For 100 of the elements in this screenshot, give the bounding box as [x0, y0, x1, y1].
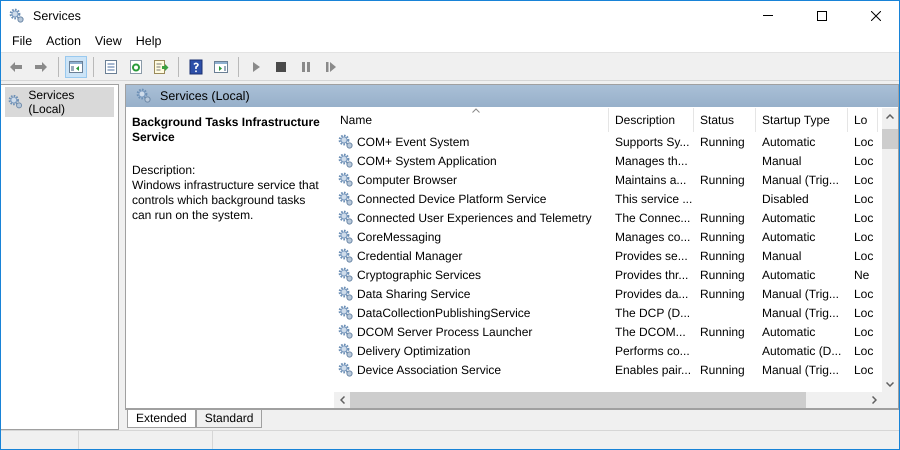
maximize-icon: [817, 10, 827, 20]
table-cell: Provides se...: [615, 248, 688, 262]
service-icon: [338, 152, 354, 168]
table-cell: Manual (Trig...: [762, 172, 839, 186]
table-cell: Running: [700, 268, 745, 282]
table-cell: Loc: [854, 154, 874, 168]
table-cell: Manages th...: [615, 154, 688, 168]
menu-item[interactable]: Action: [39, 32, 88, 50]
table-cell: Running: [700, 172, 745, 186]
service-icon: [338, 304, 354, 320]
table-cell: Loc: [854, 210, 874, 224]
table-cell: Manual: [762, 154, 802, 168]
table-cell: Connected User Experiences and Telemetry: [357, 210, 592, 224]
table-cell: Automatic: [762, 324, 816, 338]
gear-icon: [136, 88, 152, 104]
scroll-right-icon: [872, 396, 876, 404]
properties-icon: [103, 58, 119, 74]
menu-item[interactable]: View: [88, 32, 129, 50]
menu-item[interactable]: Help: [128, 32, 168, 50]
column-header[interactable]: Name: [334, 108, 609, 132]
table-cell: The DCOM...: [615, 324, 686, 338]
table-cell: Manual (Trig...: [762, 306, 839, 320]
table-cell: The Connec...: [615, 210, 690, 224]
table-cell: COM+ Event System: [357, 134, 470, 148]
table-cell: Loc: [854, 286, 874, 300]
table-cell: DCOM Server Process Launcher: [357, 324, 532, 338]
scroll-left-icon: [340, 396, 344, 404]
table-cell: Device Association Service: [357, 362, 502, 376]
refresh-icon: [128, 58, 144, 74]
tree-item[interactable]: Services (Local): [5, 87, 114, 117]
panel-title: Services (Local): [160, 89, 250, 103]
table-cell: DataCollectionPublishingService: [357, 306, 530, 320]
table-cell: Supports Sy...: [615, 134, 690, 148]
table-cell: Credential Manager: [357, 248, 462, 262]
table-cell: Maintains a...: [615, 172, 686, 186]
table-cell: Manages co...: [615, 230, 690, 244]
table-cell: Loc: [854, 230, 874, 244]
tree-icon: [68, 58, 84, 74]
service-icon: [338, 248, 354, 264]
table-cell: Ne: [854, 268, 870, 282]
help-icon: [188, 58, 204, 74]
horizontal-scrollbar[interactable]: [334, 392, 898, 408]
table-cell: Manual (Trig...: [762, 362, 839, 376]
service-icon: [338, 324, 354, 340]
view-tab[interactable]: Standard: [196, 410, 262, 428]
service-icon: [338, 342, 354, 358]
service-icon: [338, 134, 354, 150]
pane-icon: [213, 58, 229, 74]
scroll-down-icon: [886, 382, 894, 386]
table-cell: Running: [700, 324, 745, 338]
table-cell: Automatic: [762, 210, 816, 224]
description-label: Description:: [132, 163, 196, 178]
table-cell: Cryptographic Services: [357, 268, 482, 282]
window-title: Services: [33, 8, 82, 22]
table-cell: Loc: [854, 362, 874, 376]
service-icon: [338, 190, 354, 206]
scrollbar-thumb[interactable]: [350, 392, 806, 408]
table-cell: Automatic: [762, 230, 816, 244]
table-cell: Provides da...: [615, 286, 688, 300]
table-cell: Data Sharing Service: [357, 286, 470, 300]
table-cell: Loc: [854, 306, 874, 320]
table-cell: Computer Browser: [357, 172, 458, 186]
export-icon: [153, 58, 169, 74]
column-header[interactable]: Description: [609, 108, 694, 132]
table-cell: Enables pair...: [615, 362, 692, 376]
table-cell: Manual: [762, 248, 802, 262]
table-cell: CoreMessaging: [357, 230, 442, 244]
close-icon: [871, 10, 881, 20]
minimize-icon: [763, 15, 773, 16]
vertical-scrollbar[interactable]: [882, 108, 898, 392]
table-cell: Performs co...: [615, 344, 690, 358]
table-cell: Automatic: [762, 134, 816, 148]
table-cell: Running: [700, 210, 745, 224]
table-cell: The DCP (D...: [615, 306, 690, 320]
service-icon: [338, 362, 354, 378]
column-header[interactable]: Status: [694, 108, 756, 132]
menu-item[interactable]: File: [5, 32, 40, 50]
table-cell: Manual (Trig...: [762, 286, 839, 300]
table-cell: Running: [700, 286, 745, 300]
scroll-up-icon: [886, 114, 894, 118]
table-cell: Provides thr...: [615, 268, 688, 282]
table-cell: Loc: [854, 172, 874, 186]
table-cell: This service ...: [615, 192, 692, 206]
scrollbar-thumb[interactable]: [882, 129, 898, 149]
table-cell: Running: [700, 230, 745, 244]
gear-icon: [8, 94, 24, 110]
table-cell: Loc: [854, 192, 874, 206]
table-cell: Running: [700, 248, 745, 262]
sort-icon: [472, 108, 480, 113]
column-header[interactable]: Lo: [848, 108, 878, 132]
table-cell: Delivery Optimization: [357, 344, 470, 358]
table-cell: Connected Device Platform Service: [357, 192, 546, 206]
app-icon: [9, 8, 25, 24]
view-tab[interactable]: Extended: [127, 410, 196, 428]
service-icon: [338, 210, 354, 226]
service-name: Background Tasks Infrastructure Service: [132, 115, 321, 145]
table-cell: Automatic: [762, 268, 816, 282]
description-text: Windows infrastructure service that controls which background tasks can run on the system.: [132, 178, 320, 223]
table-cell: Loc: [854, 324, 874, 338]
column-header[interactable]: Startup Type: [756, 108, 848, 132]
